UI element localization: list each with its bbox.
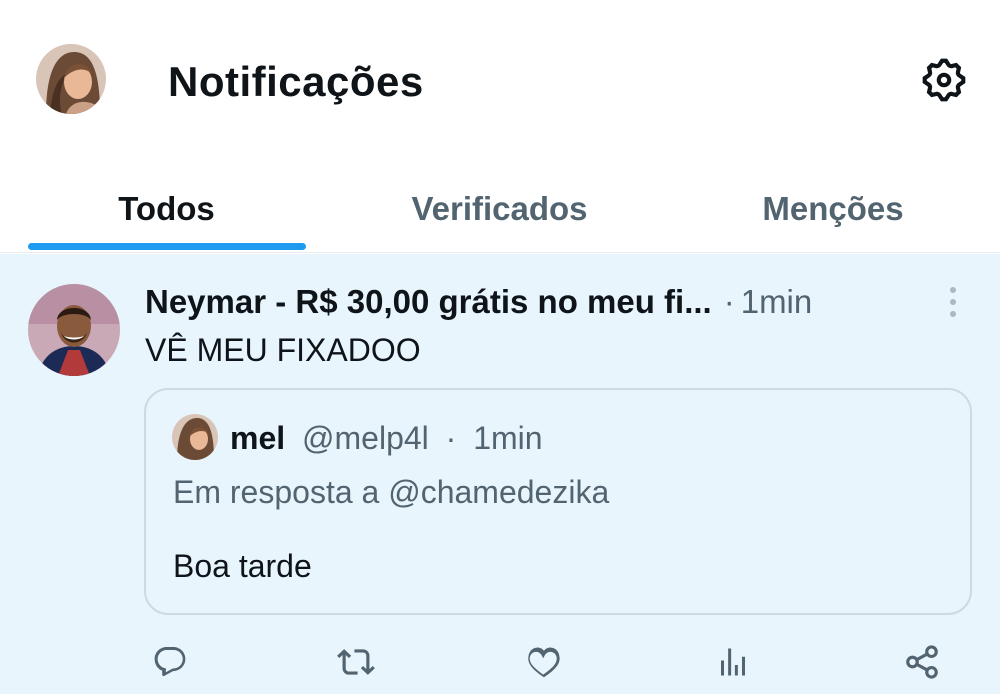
tab-mencoes[interactable]: Menções xyxy=(666,165,1000,253)
share-button[interactable] xyxy=(898,638,946,686)
quoted-author-handle: @melp4l xyxy=(302,420,429,456)
top-bar: Notificações xyxy=(0,0,1000,165)
post-actions xyxy=(0,638,1000,694)
author-name[interactable]: Neymar - R$ 30,00 grátis no meu fi... xyxy=(145,280,712,324)
more-options-button[interactable] xyxy=(938,280,968,324)
like-icon xyxy=(528,647,560,678)
notification-header: Neymar - R$ 30,00 grátis no meu fi... · … xyxy=(145,280,915,324)
quoted-post-time: 1min xyxy=(473,420,543,456)
notification-tabs: Todos Verificados Menções xyxy=(0,165,1000,253)
quoted-post[interactable]: mel @melp4l · 1min Em resposta a @chamed… xyxy=(144,388,972,615)
user-avatar[interactable] xyxy=(36,44,106,114)
avatar-image xyxy=(36,44,106,114)
tab-todos[interactable]: Todos xyxy=(0,165,333,253)
views-button[interactable] xyxy=(709,638,757,686)
retweet-button[interactable] xyxy=(332,638,380,686)
reply-button[interactable] xyxy=(146,638,194,686)
notification-item[interactable]: Neymar - R$ 30,00 grátis no meu fi... · … xyxy=(0,254,1000,694)
reply-context: Em resposta a @chamedezika xyxy=(173,474,610,510)
retweet-icon xyxy=(337,649,375,675)
settings-button[interactable] xyxy=(916,52,972,108)
author-avatar[interactable] xyxy=(28,284,120,376)
active-tab-indicator xyxy=(28,243,306,250)
quoted-post-text: Boa tarde xyxy=(173,548,312,584)
reply-icon xyxy=(154,647,186,677)
quoted-post-header: mel @melp4l · 1min xyxy=(230,416,543,460)
gear-icon xyxy=(922,58,966,102)
separator-dot: · xyxy=(445,420,457,456)
avatar-image xyxy=(28,284,120,376)
views-icon xyxy=(721,648,745,676)
page-title: Notificações xyxy=(168,58,424,105)
quoted-author-avatar xyxy=(172,414,218,460)
more-dot-icon xyxy=(950,311,956,317)
share-icon xyxy=(906,645,938,679)
like-button[interactable] xyxy=(520,638,568,686)
post-time[interactable]: 1min xyxy=(741,280,813,324)
more-dot-icon xyxy=(950,287,956,293)
quoted-author-name: mel xyxy=(230,420,286,456)
tab-verificados[interactable]: Verificados xyxy=(333,165,666,253)
post-text: VÊ MEU FIXADOO xyxy=(145,332,421,368)
avatar-image xyxy=(172,414,218,460)
more-dot-icon xyxy=(950,299,956,305)
separator-dot: · xyxy=(723,283,735,320)
